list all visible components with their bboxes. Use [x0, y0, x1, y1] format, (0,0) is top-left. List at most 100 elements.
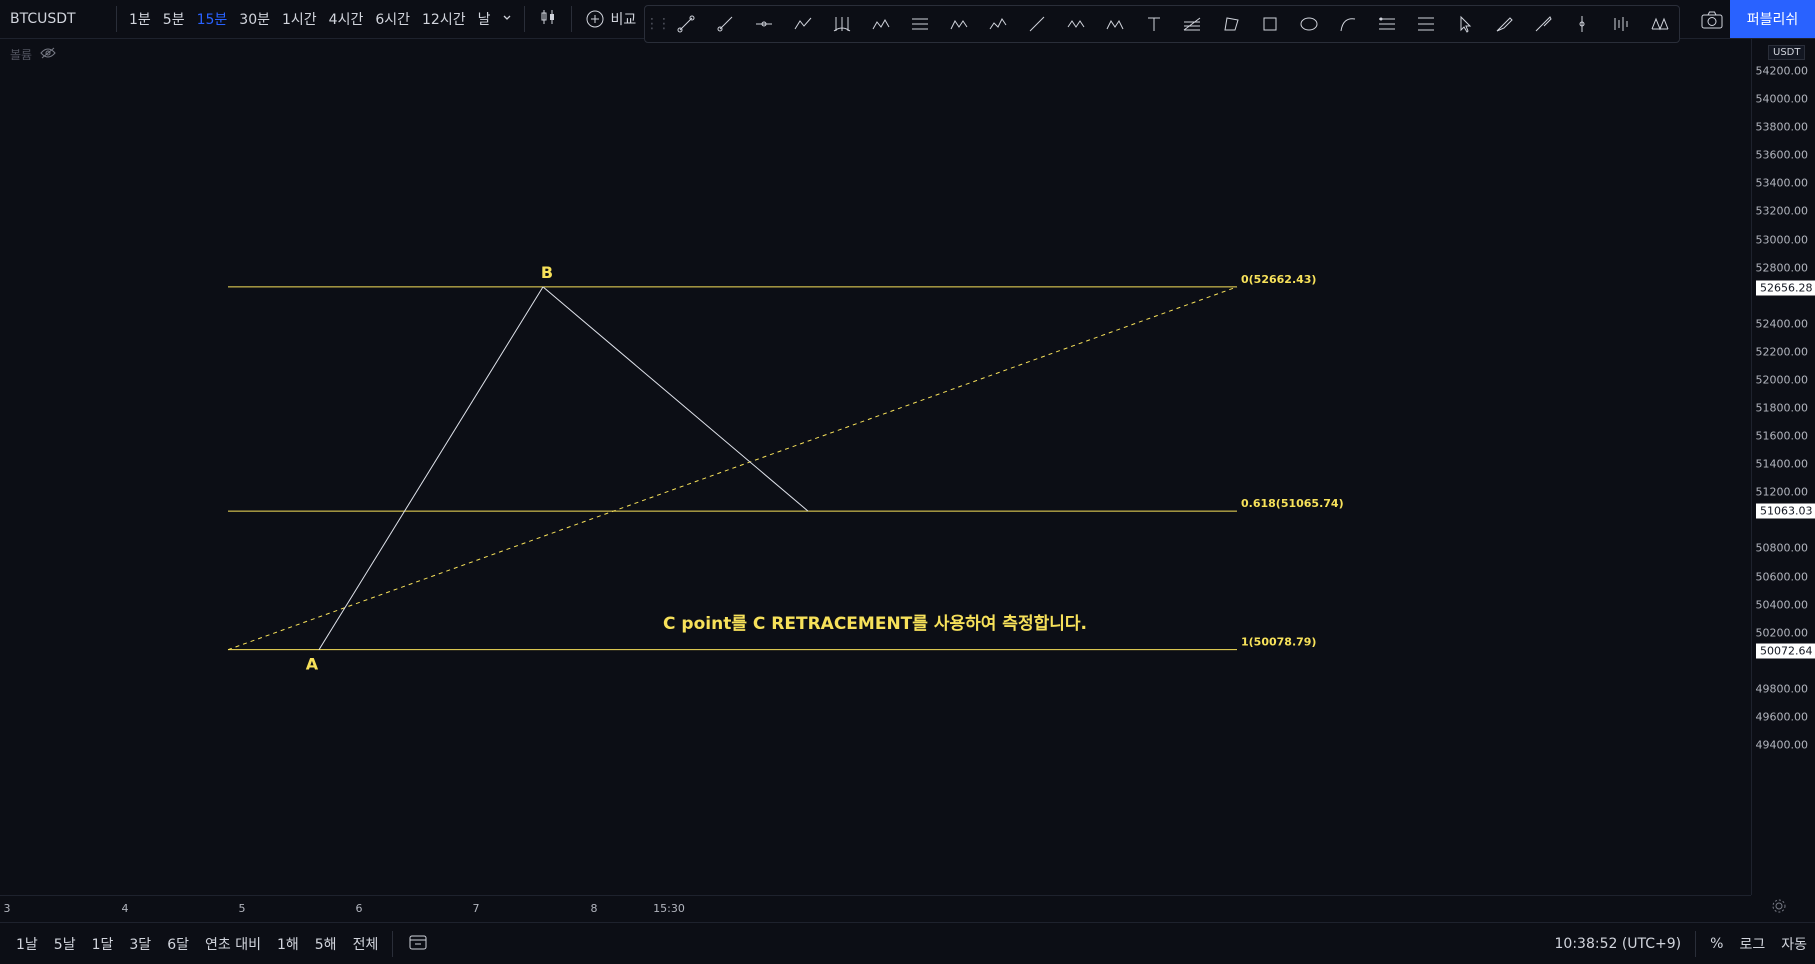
- fib-trend-line: [228, 287, 1237, 650]
- price-tick: 49800.00: [1756, 682, 1809, 695]
- timeframe-6[interactable]: 6시간: [369, 9, 416, 29]
- price-tick: 53400.00: [1756, 177, 1809, 190]
- time-tick: 3: [4, 902, 11, 915]
- range-7[interactable]: 5해: [307, 934, 345, 954]
- annotation-text: C point를 C RETRACEMENT를 사용하여 측정합니다.: [663, 613, 1087, 634]
- wxy-wave-icon[interactable]: [1056, 6, 1095, 42]
- symbol-name[interactable]: BTCUSDT: [0, 11, 110, 27]
- divider: [1695, 931, 1696, 957]
- cursor-icon[interactable]: [1445, 6, 1484, 42]
- gear-icon[interactable]: [1771, 898, 1787, 918]
- wxy-pattern-icon[interactable]: [939, 6, 978, 42]
- timeframe-7[interactable]: 12시간: [416, 9, 472, 29]
- price-tick: 49600.00: [1756, 710, 1809, 723]
- candles-icon[interactable]: [531, 8, 565, 30]
- range-3[interactable]: 3달: [121, 934, 159, 954]
- range-6[interactable]: 1해: [269, 934, 307, 954]
- time-tick: 15:30: [653, 902, 685, 915]
- horizontal-line-icon[interactable]: [745, 6, 784, 42]
- drag-handle-icon[interactable]: ⋮⋮: [645, 16, 667, 32]
- text-icon[interactable]: [1134, 6, 1173, 42]
- time-tick: 5: [239, 902, 246, 915]
- fib-channel-icon[interactable]: [1368, 6, 1407, 42]
- price-tick: 53800.00: [1756, 121, 1809, 134]
- price-tick: 50200.00: [1756, 626, 1809, 639]
- vertical-line-icon[interactable]: [1562, 6, 1601, 42]
- fib-level-label: 1(50078.79): [1241, 636, 1316, 649]
- fib-levels-icon[interactable]: [1407, 6, 1446, 42]
- point-a-label: A: [306, 655, 319, 674]
- abcd-pattern-icon[interactable]: [862, 6, 901, 42]
- price-tag: 50072.64: [1756, 643, 1815, 658]
- price-axis[interactable]: 54200.0054000.0053800.0053600.0053400.00…: [1751, 38, 1815, 895]
- trend-line-icon[interactable]: [667, 6, 706, 42]
- timeframe-0[interactable]: 1분: [123, 9, 157, 29]
- price-tick: 53200.00: [1756, 205, 1809, 218]
- highlighter-icon[interactable]: [1523, 6, 1562, 42]
- fib-level-label: 0.618(51065.74): [1241, 497, 1344, 510]
- range-5[interactable]: 연초 대비: [197, 934, 269, 954]
- price-tick: 50800.00: [1756, 542, 1809, 555]
- log-scale-toggle[interactable]: 로그: [1731, 934, 1773, 954]
- timeframe-list: 1분5분15분30분1시간4시간6시간12시간날: [123, 9, 496, 29]
- divider: [524, 6, 525, 32]
- elliott-wave-icon[interactable]: [978, 6, 1017, 42]
- range-list: 1날5날1달3달6달연초 대비1해5해전체: [0, 934, 386, 954]
- pitchfork-icon[interactable]: [823, 6, 862, 42]
- publish-button[interactable]: 퍼블리쉬: [1730, 0, 1815, 38]
- compare-label: 비교: [610, 9, 636, 29]
- rectangle-icon[interactable]: [1251, 6, 1290, 42]
- point-b-label: B: [541, 263, 553, 282]
- fib-retracement-icon[interactable]: [1173, 6, 1212, 42]
- timeframe-5[interactable]: 4시간: [323, 9, 370, 29]
- timeframe-8[interactable]: 날: [472, 9, 497, 29]
- ray-icon[interactable]: [706, 6, 745, 42]
- clock-time[interactable]: 10:38:52 (UTC+9): [1547, 936, 1690, 952]
- timeframe-2[interactable]: 15분: [191, 9, 234, 29]
- brush-icon[interactable]: [1484, 6, 1523, 42]
- arc-icon[interactable]: [1329, 6, 1368, 42]
- range-0[interactable]: 1날: [8, 934, 46, 954]
- timeframe-1[interactable]: 5분: [157, 9, 191, 29]
- chevron-down-icon[interactable]: [496, 11, 518, 27]
- price-tick: 53600.00: [1756, 149, 1809, 162]
- camera-icon[interactable]: [1695, 5, 1729, 35]
- divider: [392, 931, 393, 957]
- compare-button[interactable]: 비교: [578, 9, 644, 29]
- time-axis[interactable]: 34567815:30: [0, 895, 1751, 920]
- range-2[interactable]: 1달: [84, 934, 122, 954]
- path-icon[interactable]: [784, 6, 823, 42]
- polygon-icon[interactable]: [1212, 6, 1251, 42]
- timeframe-4[interactable]: 1시간: [276, 9, 323, 29]
- ellipse-icon[interactable]: [1290, 6, 1329, 42]
- chart-canvas[interactable]: 0(52662.43)0.618(51065.74)1(50078.79)ABC…: [0, 38, 1751, 895]
- price-tick: 53000.00: [1756, 233, 1809, 246]
- line-icon[interactable]: [1017, 6, 1056, 42]
- range-1[interactable]: 5날: [46, 934, 84, 954]
- time-tick: 6: [356, 902, 363, 915]
- ae-pattern-icon[interactable]: [1095, 6, 1134, 42]
- timeframe-3[interactable]: 30분: [233, 9, 276, 29]
- price-tick: 54200.00: [1756, 65, 1809, 78]
- range-8[interactable]: 전체: [345, 934, 387, 954]
- price-tag: 52656.28: [1756, 280, 1815, 295]
- percent-scale-toggle[interactable]: %: [1702, 936, 1731, 952]
- price-tick: 51200.00: [1756, 486, 1809, 499]
- parallel-channel-icon[interactable]: [901, 6, 940, 42]
- time-tick: 8: [591, 902, 598, 915]
- auto-scale-toggle[interactable]: 자동: [1773, 934, 1815, 954]
- plus-circle-icon: [586, 10, 604, 28]
- range-4[interactable]: 6달: [159, 934, 197, 954]
- divider: [571, 6, 572, 32]
- wave-ab-line: [319, 287, 543, 650]
- xabcd-pattern-icon[interactable]: [1640, 6, 1679, 42]
- bottom-toolbar: 1날5날1달3달6달연초 대비1해5해전체 10:38:52 (UTC+9) %…: [0, 922, 1815, 964]
- price-tick: 52200.00: [1756, 345, 1809, 358]
- price-tick: 52000.00: [1756, 373, 1809, 386]
- time-tick: 7: [473, 902, 480, 915]
- price-tick: 50600.00: [1756, 570, 1809, 583]
- price-tag: 51063.03: [1756, 504, 1815, 519]
- calendar-goto-icon[interactable]: [399, 934, 437, 954]
- price-tick: 50400.00: [1756, 598, 1809, 611]
- bars-pattern-icon[interactable]: [1601, 6, 1640, 42]
